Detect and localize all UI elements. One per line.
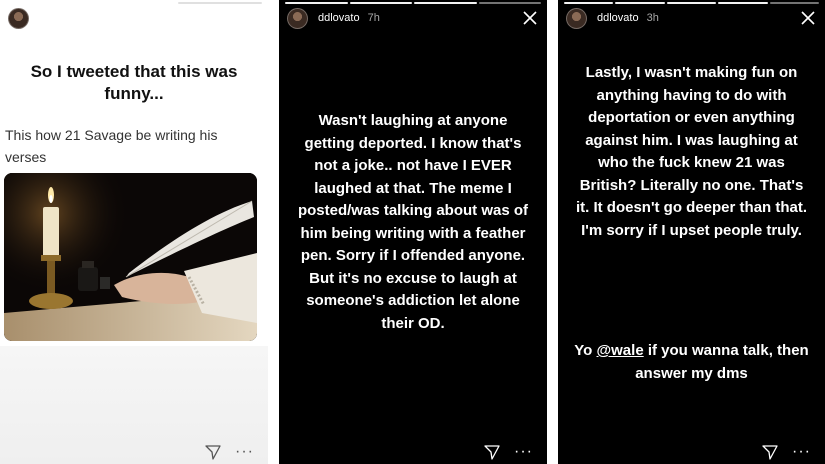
avatar[interactable] [566, 7, 587, 29]
story-caption: So I tweeted that this was funny... [30, 62, 238, 103]
story-panel-3[interactable]: ddlovato 3h Lastly, I wasn't making fun … [558, 0, 825, 464]
story-header: ddlovato 3h [566, 7, 817, 29]
avatar[interactable] [8, 7, 29, 29]
send-icon[interactable] [484, 444, 500, 460]
mention-prefix: Yo [574, 342, 597, 359]
more-icon[interactable]: ··· [514, 444, 533, 460]
post-time: 8h [88, 12, 101, 24]
tweet-image-candle-quill [4, 173, 257, 341]
tweet-text: This how 21 Savage be writing his verses [5, 127, 218, 165]
progress-bar [564, 2, 820, 4]
tweet-screenshot: This how 21 Savage be writing his verses [0, 118, 268, 346]
story-text: Lastly, I wasn't making fun on anything … [575, 64, 808, 239]
more-icon[interactable]: ··· [235, 444, 254, 460]
progress-bar [6, 2, 262, 4]
story-text-mention: Yo @wale if you wanna talk, then answer … [558, 340, 825, 385]
progress-bar [285, 2, 541, 4]
story-panel-1[interactable]: ddlovato 8h So I tweeted that this was f… [0, 0, 268, 464]
story-header: ddlovato 7h [287, 7, 539, 29]
story-footer: ··· [484, 444, 533, 460]
story-text: Wasn't laughing at anyone getting deport… [297, 112, 529, 332]
username[interactable]: ddlovato [39, 12, 81, 24]
mention-link[interactable]: @wale [597, 342, 644, 359]
close-icon[interactable] [242, 9, 260, 27]
send-icon[interactable] [762, 444, 778, 460]
send-icon[interactable] [205, 444, 221, 460]
close-icon[interactable] [799, 9, 817, 27]
username[interactable]: ddlovato [597, 12, 639, 24]
story-footer: ··· [762, 444, 811, 460]
post-time: 7h [367, 12, 380, 24]
close-icon[interactable] [521, 9, 539, 27]
story-panel-2[interactable]: ddlovato 7h Wasn't laughing at anyone ge… [279, 0, 547, 464]
story-footer: ··· [205, 444, 254, 460]
more-icon[interactable]: ··· [792, 444, 811, 460]
avatar[interactable] [287, 7, 308, 29]
username[interactable]: ddlovato [318, 12, 360, 24]
mention-suffix: if you wanna talk, then answer my dms [635, 342, 809, 382]
post-time: 3h [646, 12, 659, 24]
story-header: ddlovato 8h [8, 7, 260, 29]
